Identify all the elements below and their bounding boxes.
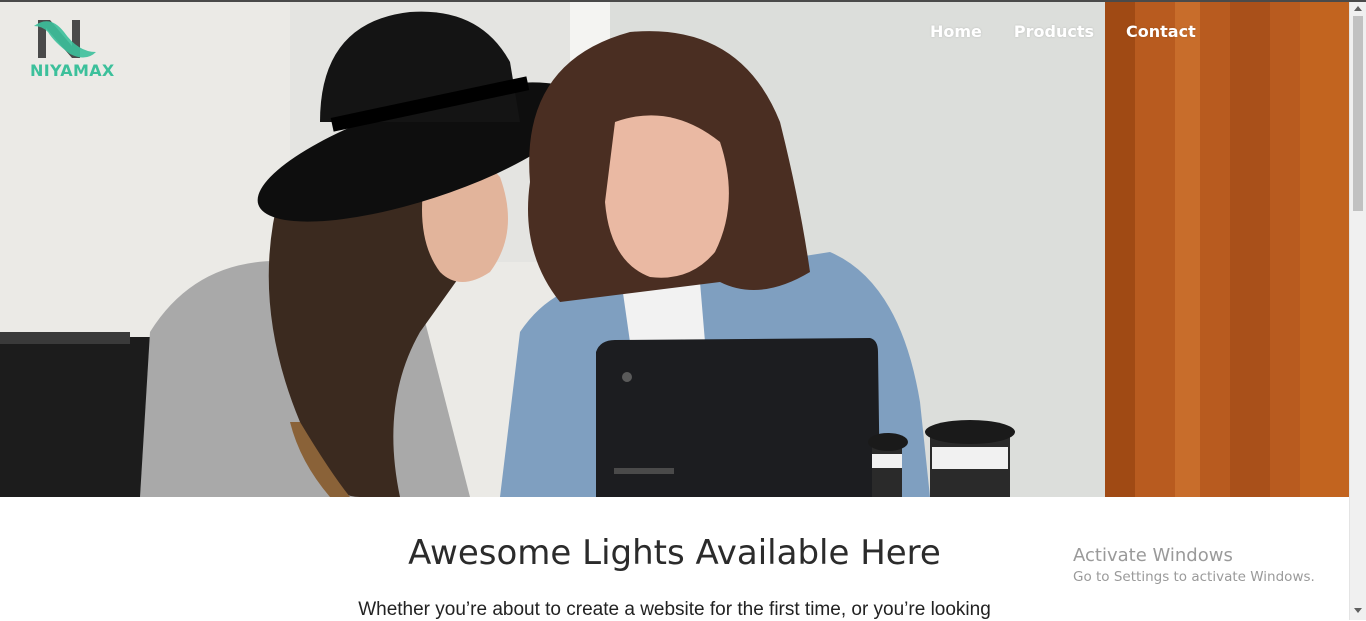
vertical-scrollbar[interactable] <box>1349 2 1366 620</box>
nav-contact-link[interactable]: Contact <box>1126 22 1196 41</box>
hero-banner: NIYAMAX Home Products Contact <box>0 2 1349 497</box>
nav-home-link[interactable]: Home <box>930 22 982 41</box>
nav-products-link[interactable]: Products <box>1014 22 1094 41</box>
intro-paragraph: Whether you’re about to create a website… <box>358 599 991 620</box>
windows-activation-watermark: Activate Windows Go to Settings to activ… <box>1073 545 1315 585</box>
brand-name[interactable]: NIYAMAX <box>30 61 115 80</box>
watermark-title: Activate Windows <box>1073 545 1233 566</box>
watermark-subtitle: Go to Settings to activate Windows. <box>1073 569 1315 585</box>
scroll-up-arrow-icon[interactable] <box>1354 6 1362 11</box>
scroll-down-arrow-icon[interactable] <box>1354 608 1362 613</box>
scrollbar-thumb[interactable] <box>1353 16 1363 211</box>
hero-image <box>0 2 1349 497</box>
main-nav: Home Products Contact <box>930 22 1228 41</box>
